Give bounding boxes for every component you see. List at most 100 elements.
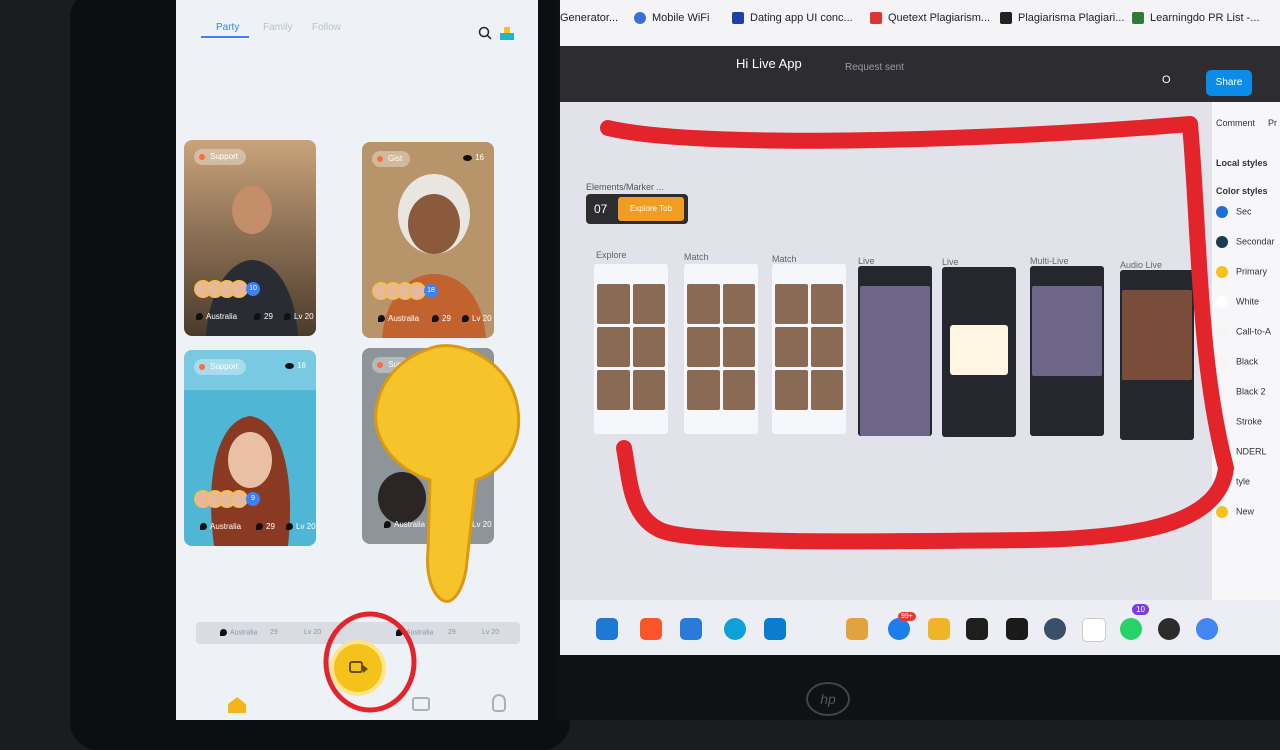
top-tab-bar: Party Family Follow	[176, 0, 538, 60]
listener-count: 29	[264, 312, 273, 321]
card-meta: Australia 29 Lv 20	[362, 314, 494, 328]
profile-icon[interactable]	[492, 694, 506, 712]
level-icon	[284, 313, 291, 321]
vscode-icon[interactable]	[764, 618, 786, 640]
frame-thumbnail[interactable]	[1120, 270, 1194, 440]
plus-icon	[1132, 12, 1144, 25]
tab-follow[interactable]: Follow	[312, 22, 341, 33]
browser-icon[interactable]	[888, 618, 910, 640]
word-icon[interactable]	[1158, 618, 1180, 640]
bookmark[interactable]: Mobile WiFi	[634, 12, 709, 25]
section-marker[interactable]: 07 Explore Tob	[586, 194, 688, 224]
mic-icon	[432, 315, 439, 323]
color-swatch-icon	[1216, 446, 1228, 458]
color-style-item[interactable]: Black 2	[1216, 386, 1266, 398]
host-photo	[362, 142, 494, 338]
location: Australia	[230, 629, 258, 637]
figma-canvas[interactable]: Elements/Marker ... 07 Explore Tob Explo…	[560, 102, 1212, 600]
color-swatch-icon	[1216, 506, 1228, 518]
marker-number: 07	[594, 202, 608, 216]
color-swatch-icon	[1216, 236, 1228, 248]
color-style-name: Call-to-A	[1236, 326, 1272, 337]
marker-tag: Explore Tob	[618, 197, 684, 221]
color-style-name: White	[1236, 296, 1260, 307]
color-style-item[interactable]: Sec	[1216, 206, 1252, 218]
figma-toolbar: Hi Live App Request sent O Share	[560, 46, 1280, 102]
eye-icon	[285, 362, 295, 369]
bookmark[interactable]: Quetext Plagiarism...	[870, 12, 990, 25]
mail-icon[interactable]	[596, 618, 618, 640]
tab-family[interactable]: Family	[263, 22, 292, 33]
bookmark[interactable]: Dating app UI conc...	[732, 12, 853, 25]
chrome-icon[interactable]	[1196, 618, 1218, 640]
participant-count: 18	[424, 284, 438, 298]
notepad-icon[interactable]	[1082, 618, 1106, 642]
folder-icon[interactable]	[928, 618, 950, 640]
card-meta: Australia 29 Lv 20	[184, 312, 316, 326]
frame-thumbnail[interactable]	[594, 264, 668, 434]
color-styles-heading: Color styles	[1216, 186, 1268, 196]
red-circle-annotation	[323, 611, 417, 713]
live-room-card[interactable]: Support 16 9 Australia 29 Lv 20	[184, 350, 316, 546]
color-swatch-icon	[1216, 296, 1228, 308]
color-style-item[interactable]: Primary	[1216, 266, 1267, 278]
local-styles-heading: Local styles	[1216, 158, 1268, 168]
app-icon[interactable]	[1044, 618, 1066, 640]
frame-title: Multi-Live	[1030, 256, 1069, 266]
location-pin-icon	[220, 629, 227, 636]
bookmark[interactable]: Generator...	[560, 12, 618, 24]
home-icon[interactable]	[228, 697, 246, 713]
color-style-item[interactable]: White	[1216, 296, 1259, 308]
share-button[interactable]: Share	[1206, 70, 1252, 96]
location: Australia	[210, 522, 242, 531]
ranking-icon[interactable]	[498, 24, 516, 42]
color-style-item[interactable]: Call-to-A	[1216, 326, 1271, 338]
notification-badge: 99+	[898, 612, 916, 621]
search-icon[interactable]	[478, 26, 492, 40]
level: Lv 20	[472, 314, 492, 323]
color-style-name: Secondar	[1236, 236, 1275, 247]
laptop-screen: Generator... Mobile WiFi Dating app UI c…	[560, 0, 1280, 655]
color-style-item[interactable]: New	[1216, 506, 1254, 518]
design-panel: Comment Pr Local styles Color styles Sec…	[1212, 102, 1280, 600]
file-title[interactable]: Hi Live App	[736, 56, 802, 71]
whatsapp-icon[interactable]	[1120, 618, 1142, 640]
typora-icon[interactable]	[1006, 618, 1028, 640]
color-swatch-icon	[1216, 356, 1228, 368]
color-style-item[interactable]: tyle	[1216, 476, 1250, 488]
color-swatch-icon	[1216, 206, 1228, 218]
game-icon[interactable]	[846, 618, 868, 640]
color-style-item[interactable]: Secondar	[1216, 236, 1275, 248]
listener-count: 29	[448, 629, 456, 636]
page-icon	[1000, 12, 1012, 25]
level: Lv 20	[482, 629, 500, 636]
frame-thumbnail[interactable]	[1030, 266, 1104, 436]
frame-thumbnail[interactable]	[942, 267, 1016, 437]
comment-tab[interactable]: Comment	[1216, 118, 1255, 128]
color-style-item[interactable]: Black	[1216, 356, 1258, 368]
color-style-item[interactable]: Stroke	[1216, 416, 1262, 428]
bookmarks-bar: Generator... Mobile WiFi Dating app UI c…	[560, 0, 1280, 46]
color-style-name: New	[1236, 506, 1255, 517]
frame-thumbnail[interactable]	[772, 264, 846, 434]
frame-label: Elements/Marker ...	[586, 182, 665, 192]
level: Lv 20	[296, 522, 316, 531]
viewer-count-value: 16	[475, 153, 484, 162]
prototype-tab[interactable]: Pr	[1268, 118, 1277, 128]
live-room-card[interactable]: Gist 16 18 Australia 29 Lv 20	[362, 142, 494, 338]
tab-party[interactable]: Party	[216, 22, 239, 33]
live-room-card[interactable]: Support 10 Australia 29 Lv 20	[184, 140, 316, 336]
brave-browser-icon[interactable]	[640, 618, 662, 640]
snipping-tool-icon[interactable]	[680, 618, 702, 640]
frame-thumbnail[interactable]	[858, 266, 932, 436]
color-style-item[interactable]: NDERL	[1216, 446, 1267, 458]
bookmark[interactable]: Learningdo PR List -...	[1132, 12, 1259, 25]
bookmark[interactable]: Plagiarisma Plagiari...	[1000, 12, 1124, 25]
user-avatar[interactable]: O	[1162, 74, 1171, 86]
figma-icon[interactable]	[966, 618, 988, 640]
room-tag-label: Support	[210, 152, 239, 161]
participant-count: 10	[246, 282, 260, 296]
eye-icon	[463, 154, 473, 161]
frame-thumbnail[interactable]	[684, 264, 758, 434]
edge-icon[interactable]	[724, 618, 746, 640]
